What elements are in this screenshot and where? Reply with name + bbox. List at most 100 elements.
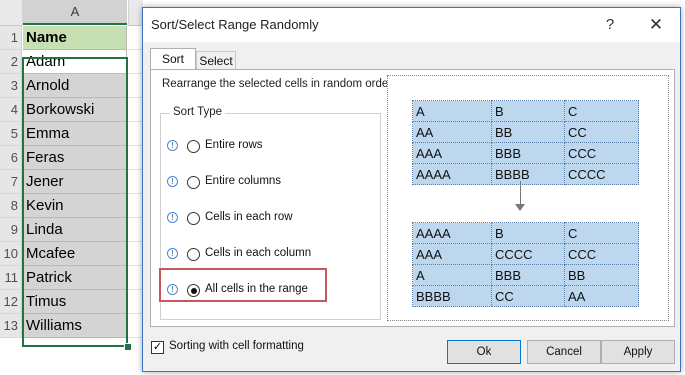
row-number[interactable]: 7 <box>0 170 22 194</box>
radio-button[interactable] <box>187 176 200 189</box>
name-cell[interactable]: Jener <box>23 170 127 194</box>
preview-row: AAAA BBBB CCCC <box>412 163 639 185</box>
name-cell[interactable]: Patrick <box>23 266 127 290</box>
radio-button[interactable] <box>187 140 200 153</box>
sheet-row: 5 Emma <box>0 122 142 146</box>
row-number[interactable]: 5 <box>0 122 22 146</box>
column-header-a[interactable]: A <box>23 0 127 25</box>
fill-handle[interactable] <box>124 343 132 351</box>
preview-cell: AAAA <box>412 222 492 244</box>
empty-cell[interactable] <box>128 314 142 338</box>
info-icon[interactable]: ! <box>167 212 178 223</box>
preview-after-table: AAAA B C AAA CCCC CCC A BBB BB BBBB CC AA <box>412 222 639 307</box>
dialog-title: Sort/Select Range Randomly <box>151 17 319 32</box>
preview-cell: AA <box>564 285 639 307</box>
highlight-box <box>159 268 327 302</box>
empty-cell[interactable] <box>128 242 142 266</box>
name-cell[interactable]: Borkowski <box>23 98 127 122</box>
sheet-row: 4 Borkowski <box>0 98 142 122</box>
empty-cell[interactable] <box>128 218 142 242</box>
empty-cell[interactable] <box>128 194 142 218</box>
sheet-row: 1 Name <box>0 26 142 50</box>
sort-option[interactable]: ! Cells in each column <box>167 247 367 265</box>
radio-button[interactable] <box>187 248 200 261</box>
sheet-row: 7 Jener <box>0 170 142 194</box>
empty-cell[interactable] <box>128 290 142 314</box>
down-arrow-icon <box>520 181 521 205</box>
preview-row: AA BB CC <box>412 121 639 143</box>
preview-cell: CC <box>564 121 639 143</box>
empty-cell[interactable] <box>128 98 142 122</box>
preview-cell: B <box>491 222 565 244</box>
preview-cell: AAAA <box>412 163 492 185</box>
empty-cell[interactable] <box>128 170 142 194</box>
row-number[interactable]: 10 <box>0 242 22 266</box>
row-number[interactable]: 12 <box>0 290 22 314</box>
option-label[interactable]: Cells in each row <box>205 211 293 223</box>
name-cell[interactable]: Timus <box>23 290 127 314</box>
info-icon[interactable]: ! <box>167 176 178 187</box>
row-number[interactable]: 6 <box>0 146 22 170</box>
radio-button[interactable] <box>187 212 200 225</box>
option-label[interactable]: Entire rows <box>205 139 263 151</box>
row-number[interactable]: 3 <box>0 74 22 98</box>
row-number[interactable]: 1 <box>0 26 22 50</box>
name-cell[interactable]: Kevin <box>23 194 127 218</box>
option-label[interactable]: Cells in each column <box>205 247 311 259</box>
preview-cell: BB <box>491 121 565 143</box>
name-cell[interactable]: Feras <box>23 146 127 170</box>
column-header-b[interactable] <box>128 0 143 26</box>
empty-cell[interactable] <box>128 26 142 50</box>
preview-row: A BBB BB <box>412 264 639 286</box>
row-number[interactable]: 11 <box>0 266 22 290</box>
preview-cell: BBBB <box>412 285 492 307</box>
preview-row: ABC <box>412 100 639 122</box>
sort-option[interactable]: ! Entire columns <box>167 175 367 193</box>
tab-select[interactable]: Select <box>196 51 236 70</box>
sheet-row: 6 Feras <box>0 146 142 170</box>
preview-cell: BBBB <box>491 163 565 185</box>
empty-cell[interactable] <box>128 266 142 290</box>
sort-option[interactable]: ! Entire rows <box>167 139 367 157</box>
info-icon[interactable]: ! <box>167 248 178 259</box>
empty-cell[interactable] <box>128 146 142 170</box>
tab-sort[interactable]: Sort <box>150 48 196 70</box>
sort-option[interactable]: ! Cells in each row <box>167 211 367 229</box>
preview-area: A B C AA BB CC AAA BBB CCC AAAA BBBB CCCC AAAA B C AAA… <box>387 75 669 321</box>
name-cell[interactable]: Adam <box>23 50 127 74</box>
row-number[interactable]: 4 <box>0 98 22 122</box>
name-cell[interactable]: Mcafee <box>23 242 127 266</box>
empty-cell[interactable] <box>128 74 142 98</box>
preview-cell: B <box>491 100 565 122</box>
close-button[interactable]: ✕ <box>641 13 671 37</box>
empty-cell[interactable] <box>128 50 142 74</box>
sorting-with-formatting-label[interactable]: Sorting with cell formatting <box>169 340 304 352</box>
sort-type-label: Sort Type <box>170 106 226 118</box>
sheet-row: 2 Adam <box>0 50 142 74</box>
select-all-corner[interactable] <box>0 0 23 26</box>
name-cell[interactable]: Emma <box>23 122 127 146</box>
spreadsheet: A 1 Name 2 Adam 3 Arnold 4 Borkowski 5 Emma 6 Feras… <box>0 0 143 375</box>
name-cell[interactable]: Williams <box>23 314 127 338</box>
apply-button[interactable]: Apply <box>601 340 675 364</box>
ok-button[interactable]: Ok <box>447 340 521 364</box>
row-number[interactable]: 2 <box>0 50 22 74</box>
preview-row: BBBB CC AA <box>412 285 639 307</box>
sorting-with-formatting-checkbox[interactable]: ✓ <box>151 341 164 354</box>
preview-cell: BBB <box>491 264 565 286</box>
preview-cell: A <box>412 264 492 286</box>
header-cell[interactable]: Name <box>23 26 127 50</box>
empty-cell[interactable] <box>128 122 142 146</box>
name-cell[interactable]: Linda <box>23 218 127 242</box>
sheet-row: 8 Kevin <box>0 194 142 218</box>
preview-row: AAAA B C <box>412 222 639 244</box>
dialog-titlebar[interactable]: Sort/Select Range Randomly ? ✕ <box>143 8 680 42</box>
row-number[interactable]: 8 <box>0 194 22 218</box>
cancel-button[interactable]: Cancel <box>527 340 601 364</box>
row-number[interactable]: 13 <box>0 314 22 338</box>
help-button[interactable]: ? <box>595 13 625 37</box>
info-icon[interactable]: ! <box>167 140 178 151</box>
row-number[interactable]: 9 <box>0 218 22 242</box>
name-cell[interactable]: Arnold <box>23 74 127 98</box>
option-label[interactable]: Entire columns <box>205 175 281 187</box>
